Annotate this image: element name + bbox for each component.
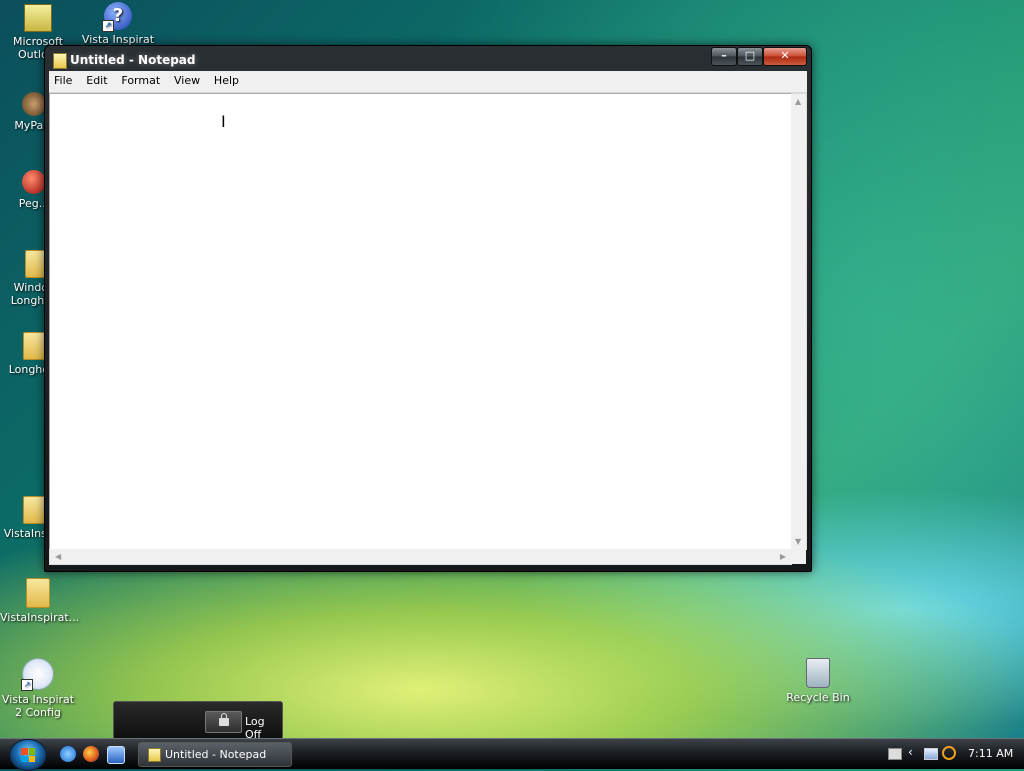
maximize-button[interactable]: □ bbox=[737, 47, 763, 66]
logoff-popup: Log Off bbox=[113, 701, 283, 741]
shortcut-arrow-icon: ↗ bbox=[102, 20, 114, 32]
lock-button[interactable] bbox=[205, 711, 242, 733]
taskbar-button-notepad[interactable]: Untitled - Notepad bbox=[138, 742, 292, 767]
notepad-icon bbox=[53, 53, 67, 69]
menu-help[interactable]: Help bbox=[209, 71, 244, 92]
text-editor-area[interactable] bbox=[49, 93, 792, 550]
keyboard-icon[interactable] bbox=[888, 748, 902, 760]
menu-bar: File Edit Format View Help bbox=[49, 71, 807, 93]
desktop-icon-label: Recycle Bin bbox=[786, 691, 850, 704]
window-title: Untitled - Notepad bbox=[70, 53, 196, 67]
close-icon: ✕ bbox=[780, 49, 790, 62]
vertical-scrollbar[interactable]: ▲ ▼ bbox=[791, 93, 807, 550]
minimize-icon: – bbox=[721, 49, 727, 62]
windows-logo-icon bbox=[21, 748, 35, 762]
taskbar-button-label: Untitled - Notepad bbox=[165, 748, 267, 761]
menu-view[interactable]: View bbox=[169, 71, 205, 92]
menu-file[interactable]: File bbox=[49, 71, 77, 92]
desktop-icon-label: VistaInspirat... bbox=[0, 611, 80, 624]
firefox-icon[interactable] bbox=[83, 746, 99, 762]
menu-format[interactable]: Format bbox=[116, 71, 165, 92]
chevron-left-icon[interactable]: ‹ bbox=[908, 746, 920, 758]
scroll-down-icon[interactable]: ▼ bbox=[795, 537, 801, 546]
app-icon bbox=[22, 92, 46, 116]
folder-icon bbox=[26, 578, 50, 608]
notepad-window: Untitled - Notepad – □ ✕ File Edit Forma… bbox=[44, 45, 812, 572]
show-desktop-icon[interactable] bbox=[107, 746, 125, 764]
help-icon: ? ↗ bbox=[102, 2, 132, 32]
scroll-left-icon[interactable]: ◀ bbox=[55, 552, 61, 561]
clock[interactable]: 7:11 AM bbox=[968, 747, 1013, 760]
system-tray: ‹ 7:11 AM bbox=[882, 739, 1024, 769]
lock-icon bbox=[219, 713, 229, 726]
notepad-icon bbox=[148, 748, 161, 762]
close-button[interactable]: ✕ bbox=[763, 47, 807, 66]
scroll-right-icon[interactable]: ▶ bbox=[780, 552, 786, 561]
app-icon bbox=[22, 170, 46, 194]
folder-icon bbox=[23, 496, 45, 524]
title-bar[interactable]: Untitled - Notepad – □ ✕ bbox=[45, 46, 811, 72]
minimize-button[interactable]: – bbox=[711, 47, 737, 66]
desktop-icon-vista-inspirat-config[interactable]: ↗ Vista Inspirat 2 Config bbox=[0, 658, 76, 719]
taskbar: Untitled - Notepad ‹ 7:11 AM bbox=[0, 738, 1024, 771]
recycle-bin-icon bbox=[806, 658, 830, 688]
start-button[interactable] bbox=[9, 739, 47, 771]
shortcut-arrow-icon: ↗ bbox=[21, 679, 33, 691]
desktop-icon-label: Vista Inspirat 2 Config bbox=[1, 693, 75, 719]
windows-logo-icon: ↗ bbox=[21, 658, 54, 691]
folder-icon bbox=[23, 332, 45, 360]
search-icon[interactable] bbox=[942, 746, 956, 760]
menu-edit[interactable]: Edit bbox=[81, 71, 112, 92]
maximize-icon: □ bbox=[744, 49, 756, 62]
text-cursor-icon: Ι bbox=[221, 112, 226, 131]
scroll-up-icon[interactable]: ▲ bbox=[795, 97, 801, 106]
resize-grip-icon[interactable] bbox=[791, 549, 806, 564]
outlook-icon bbox=[24, 4, 52, 32]
internet-explorer-icon[interactable] bbox=[60, 746, 76, 762]
network-icon[interactable] bbox=[924, 748, 938, 760]
horizontal-scrollbar[interactable]: ◀ ▶ bbox=[49, 549, 792, 565]
desktop-icon-vistainspirat[interactable]: VistaInspirat... bbox=[0, 578, 80, 624]
desktop-icon-recycle-bin[interactable]: Recycle Bin bbox=[780, 658, 856, 704]
